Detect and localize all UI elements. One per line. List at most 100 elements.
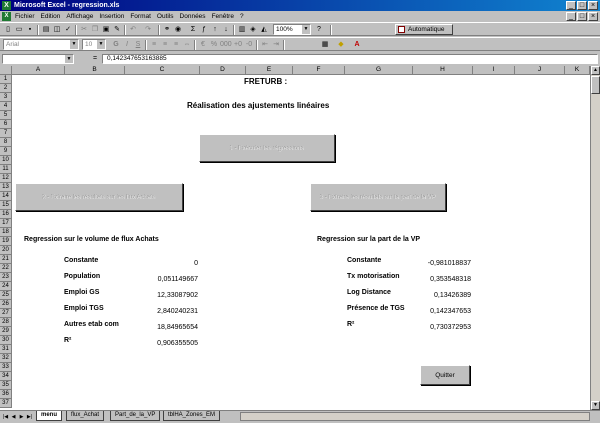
open-icon[interactable]: ▭: [14, 25, 24, 35]
font-size-select[interactable]: 10 ▼: [82, 39, 106, 50]
row-header[interactable]: 3: [0, 93, 12, 102]
borders-icon[interactable]: ▦: [320, 40, 330, 50]
row-header[interactable]: 17: [0, 219, 12, 228]
row-header[interactable]: 31: [0, 345, 12, 354]
currency-icon[interactable]: €: [198, 40, 208, 50]
menu-affichage[interactable]: Affichage: [65, 12, 94, 21]
row-header[interactable]: 32: [0, 354, 12, 363]
row-header[interactable]: 1: [0, 75, 12, 84]
zoom-select[interactable]: 100% ▼: [273, 24, 311, 35]
scroll-up-icon[interactable]: ▲: [591, 66, 600, 75]
tab-flux-achat[interactable]: flux_Achat: [66, 411, 105, 421]
row-header[interactable]: 5: [0, 111, 12, 120]
menu-insertion[interactable]: Insertion: [98, 12, 125, 21]
quit-button[interactable]: Quitter: [420, 365, 470, 385]
row-header[interactable]: 30: [0, 336, 12, 345]
left-label[interactable]: R²: [64, 336, 71, 345]
left-label[interactable]: Constante: [64, 256, 98, 265]
extract-vp-button[interactable]: 3 - Extraire les résultats sur la part d…: [310, 183, 446, 211]
increase-indent-icon[interactable]: ⇥: [271, 40, 281, 50]
right-label[interactable]: R²: [347, 320, 354, 329]
align-left-icon[interactable]: ≡: [149, 40, 159, 50]
new-icon[interactable]: ▯: [3, 25, 13, 35]
menu-format[interactable]: Format: [129, 12, 152, 21]
row-header[interactable]: 9: [0, 147, 12, 156]
column-header-b[interactable]: B: [65, 66, 125, 75]
align-center-icon[interactable]: ≡: [160, 40, 170, 50]
redo-icon[interactable]: ↷: [143, 25, 153, 35]
excel-app-icon[interactable]: X: [2, 1, 11, 10]
row-header[interactable]: 21: [0, 255, 12, 264]
extract-achats-button[interactable]: 2 - Extraire les résultats sur les flux …: [15, 183, 183, 211]
row-header[interactable]: 28: [0, 318, 12, 327]
decrease-decimal-icon[interactable]: -0: [244, 40, 254, 50]
row-header[interactable]: 14: [0, 192, 12, 201]
copy-icon[interactable]: ❐: [90, 25, 100, 35]
equals-icon[interactable]: =: [93, 54, 97, 64]
row-header[interactable]: 35: [0, 381, 12, 390]
right-value[interactable]: 0,353548318: [414, 275, 471, 284]
right-value[interactable]: 0,13426389: [414, 291, 471, 300]
menu-fichier[interactable]: Fichier: [14, 12, 36, 21]
row-header[interactable]: 20: [0, 246, 12, 255]
italic-icon[interactable]: I: [122, 40, 132, 50]
left-heading[interactable]: Regression sur le volume de flux Achats: [24, 235, 159, 244]
left-value[interactable]: 12,33087902: [126, 291, 198, 300]
scroll-thumb[interactable]: [591, 76, 600, 94]
name-box[interactable]: ▼: [2, 54, 74, 64]
font-color-icon[interactable]: A: [352, 40, 362, 50]
column-header-j[interactable]: J: [515, 66, 565, 75]
tab-tblha-zones-em[interactable]: tblHA_Zones_EM: [163, 411, 221, 421]
thousands-icon[interactable]: 000: [220, 40, 232, 50]
last-sheet-icon[interactable]: ▶|: [26, 413, 33, 421]
row-header[interactable]: 33: [0, 363, 12, 372]
row-header[interactable]: 23: [0, 273, 12, 282]
help-icon[interactable]: ?: [314, 25, 324, 35]
print-icon[interactable]: ▤: [41, 25, 51, 35]
spellcheck-icon[interactable]: ✓: [63, 25, 73, 35]
row-header[interactable]: 13: [0, 183, 12, 192]
scroll-down-icon[interactable]: ▼: [591, 401, 600, 410]
right-value[interactable]: 0,142347653: [414, 307, 471, 316]
row-header[interactable]: 37: [0, 399, 12, 408]
first-sheet-icon[interactable]: |◀: [2, 413, 9, 421]
row-header[interactable]: 22: [0, 264, 12, 273]
workbook-restore-button[interactable]: □: [577, 12, 587, 21]
format-painter-icon[interactable]: ✎: [112, 25, 122, 35]
sort-ascending-icon[interactable]: ↑: [210, 25, 220, 35]
left-label[interactable]: Autres etab com: [64, 320, 119, 329]
decrease-indent-icon[interactable]: ⇤: [260, 40, 270, 50]
merge-center-icon[interactable]: ⇔: [182, 40, 192, 50]
row-header[interactable]: 12: [0, 174, 12, 183]
menu-help[interactable]: ?: [239, 12, 245, 21]
undo-icon[interactable]: ↶: [128, 25, 138, 35]
prev-sheet-icon[interactable]: ◀: [10, 413, 17, 421]
column-header-c[interactable]: C: [125, 66, 200, 75]
workbook-minimize-button[interactable]: _: [566, 12, 576, 21]
left-value[interactable]: 0: [126, 259, 198, 268]
run-regressions-button[interactable]: 1 - Exécuter les régressions: [199, 134, 335, 162]
preview-icon[interactable]: ◫: [52, 25, 62, 35]
underline-icon[interactable]: S: [133, 40, 143, 50]
drawing-icon[interactable]: ◭: [259, 25, 269, 35]
row-header[interactable]: 25: [0, 291, 12, 300]
percent-icon[interactable]: %: [209, 40, 219, 50]
font-select[interactable]: Arial ▼: [3, 39, 79, 50]
menu-outils[interactable]: Outils: [156, 12, 175, 21]
column-header-i[interactable]: I: [473, 66, 515, 75]
column-header-e[interactable]: E: [246, 66, 293, 75]
hyperlink-icon[interactable]: ⚭: [162, 25, 172, 35]
vertical-scrollbar[interactable]: ▲ ▼: [590, 66, 600, 410]
web-toolbar-icon[interactable]: ◉: [173, 25, 183, 35]
increase-decimal-icon[interactable]: +0: [233, 40, 243, 50]
minimize-button[interactable]: _: [566, 1, 576, 10]
right-label[interactable]: Présence de TGS: [347, 304, 405, 313]
row-header[interactable]: 15: [0, 201, 12, 210]
row-header[interactable]: 11: [0, 165, 12, 174]
row-header[interactable]: 8: [0, 138, 12, 147]
workbook-icon[interactable]: X: [2, 12, 11, 21]
save-icon[interactable]: ▪: [25, 25, 35, 35]
right-value[interactable]: -0,981018837: [414, 259, 471, 268]
left-value[interactable]: 2,840240231: [126, 307, 198, 316]
row-header[interactable]: 16: [0, 210, 12, 219]
